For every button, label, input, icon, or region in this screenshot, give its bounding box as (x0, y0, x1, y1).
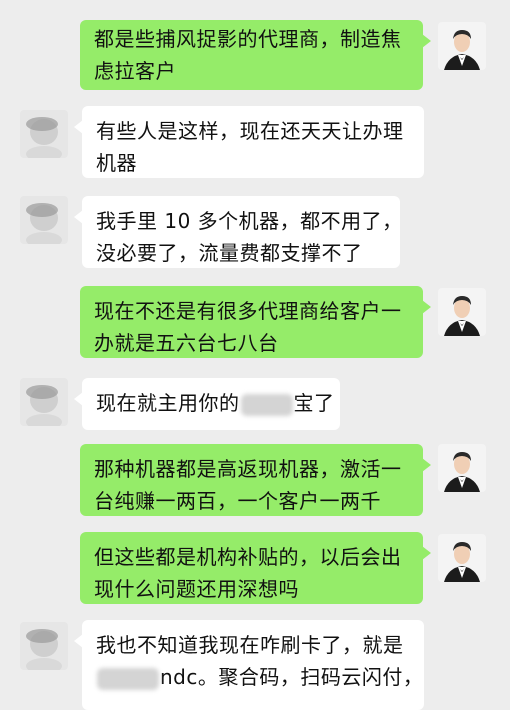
contact-avatar[interactable] (20, 622, 68, 670)
message-line: 办就是五六台七八台 (94, 331, 279, 355)
message-line: 都是些捕风捉影的代理商，制造焦 (94, 27, 402, 51)
contact-avatar[interactable] (20, 110, 68, 158)
redacted-text (97, 667, 159, 690)
message-line: 有些人是这样，现在还天天让办理 (96, 119, 404, 143)
message-line: 台纯赚一两百，一个客户一两千 (94, 489, 381, 513)
message-bubble[interactable]: 现在不还是有很多代理商给客户一 办就是五六台七八台 (80, 286, 431, 358)
message-line: 我也不知道我现在咋刷卡了，就是 (96, 633, 404, 657)
message-bubble[interactable]: 但这些都是机构补贴的，以后会出 现什么问题还用深想吗 (80, 532, 431, 604)
message-line: 虑拉客户 (94, 59, 176, 83)
blurred-avatar-icon (20, 622, 68, 670)
man-in-suit-icon (438, 288, 486, 336)
message-bubble[interactable]: 我手里 10 多个机器，都不用了， 没必要了，流量费都支撑不了 (74, 196, 403, 268)
message-line: 那种机器都是高返现机器，激活一 (94, 457, 402, 481)
message-bubble[interactable]: 有些人是这样，现在还天天让办理 机器 (74, 106, 424, 178)
message-line: 我手里 10 多个机器，都不用了， (96, 209, 403, 233)
message-bubble[interactable]: 现在就主用你的 宝了 (74, 378, 340, 430)
user-avatar[interactable] (438, 22, 486, 70)
user-avatar[interactable] (438, 288, 486, 336)
message-bubble[interactable]: 都是些捕风捉影的代理商，制造焦 虑拉客户 (80, 20, 431, 90)
message-bubble[interactable]: 那种机器都是高返现机器，激活一 台纯赚一两百，一个客户一两千 (80, 444, 431, 516)
blurred-avatar-icon (20, 196, 68, 244)
contact-avatar[interactable] (20, 378, 68, 426)
user-avatar[interactable] (438, 444, 486, 492)
message-line: ndc。聚合码，扫码云闪付， (96, 661, 423, 693)
message-text: 现在就主用你的 (96, 391, 240, 415)
message-line: 现在不还是有很多代理商给客户一 (94, 299, 402, 323)
message-line: 没必要了，流量费都支撑不了 (96, 241, 363, 265)
message-line: 机器 (96, 151, 137, 175)
contact-avatar[interactable] (20, 196, 68, 244)
man-in-suit-icon (438, 534, 486, 582)
message-text: ndc。聚合码，扫码云闪付， (160, 665, 424, 689)
message-line: 现什么问题还用深想吗 (94, 577, 299, 601)
message-line: 但这些都是机构补贴的，以后会出 (94, 545, 402, 569)
message-text: 宝了 (293, 391, 335, 415)
man-in-suit-icon (438, 444, 486, 492)
redacted-text (240, 393, 293, 416)
blurred-avatar-icon (20, 378, 68, 426)
man-in-suit-icon (438, 22, 486, 70)
message-line: 现在就主用你的 宝了 (96, 387, 334, 419)
user-avatar[interactable] (438, 534, 486, 582)
blurred-avatar-icon (20, 110, 68, 158)
chat-conversation: 都是些捕风捉影的代理商，制造焦 虑拉客户 有些人是这样，现在还天天让办理 机器 (0, 0, 510, 710)
